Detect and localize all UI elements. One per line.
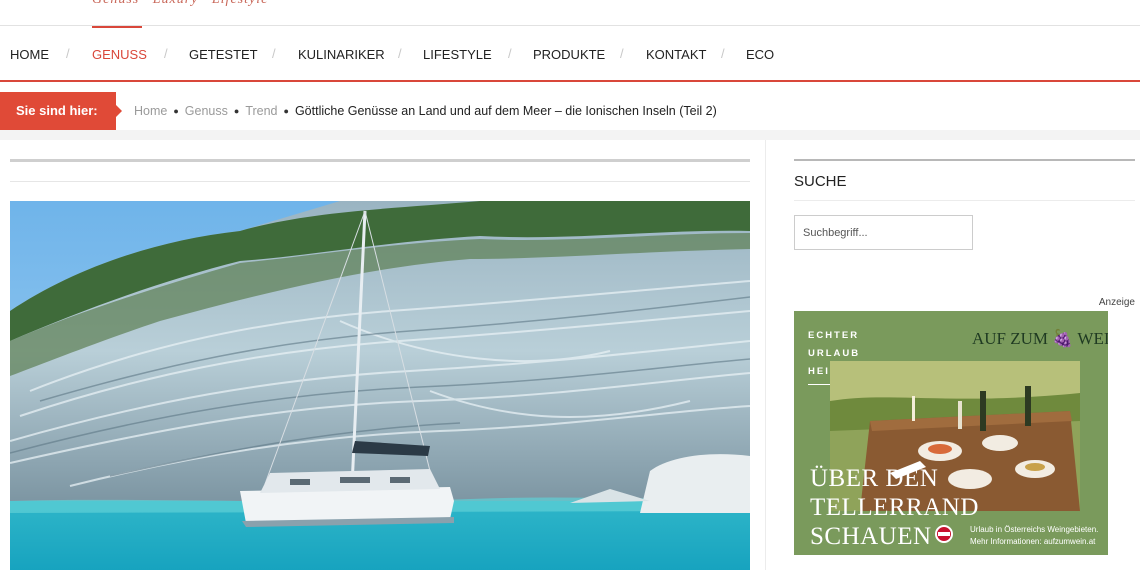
nav-item-kontakt[interactable]: KONTAKT [646, 47, 706, 62]
header-top-strip: Genuss · Luxury · Lifestyle [0, 0, 1140, 26]
content-top-rule [10, 159, 750, 162]
advertisement-banner[interactable]: ECHTER URLAUB HEISST: AUF ZUM 🍇 WEIN ÜBE… [794, 311, 1108, 555]
ad-footnote: Urlaub in Österreichs Weingebieten. Mehr… [970, 524, 1098, 548]
ad-label: Anzeige [1098, 297, 1135, 308]
nav-separator: / [508, 46, 512, 61]
nav-separator: / [721, 46, 725, 61]
ad-headline-line: SCHAUEN [810, 523, 932, 550]
nav-separator: / [272, 46, 276, 61]
breadcrumb-arrow-icon [116, 105, 122, 117]
breadcrumb-current: Göttliche Genüsse an Land und auf dem Me… [294, 104, 717, 118]
austria-flag-icon [935, 525, 953, 543]
ad-kicker-line: ECHTER [808, 330, 860, 341]
nav-item-lifestyle[interactable]: LIFESTYLE [423, 47, 492, 62]
header-tagline: Genuss · Luxury · Lifestyle [92, 0, 268, 8]
breadcrumb-link-trend[interactable]: Trend [245, 104, 277, 118]
ad-footnote-line: Urlaub in Österreichs Weingebieten. [970, 525, 1099, 534]
breadcrumb-label: Sie sind hier: [0, 92, 116, 130]
breadcrumb-trail: Home ● Genuss ● Trend ● Göttliche Genüsse an L… [134, 92, 717, 130]
breadcrumb-dot-icon: ● [173, 106, 179, 116]
ad-headline: ÜBER DEN TELLERRAND SCHAUEN [810, 464, 979, 551]
hero-image[interactable] [10, 201, 750, 570]
main-navigation: HOME / GENUSS / GETESTET / KULINARIKER /… [0, 26, 1140, 82]
nav-separator: / [164, 46, 168, 61]
photo-sailboat-cliff-icon [10, 201, 750, 570]
breadcrumb-dot-icon: ● [283, 106, 289, 116]
breadcrumb-link-home[interactable]: Home [134, 104, 167, 118]
nav-item-produkte[interactable]: PRODUKTE [533, 47, 605, 62]
nav-active-indicator [92, 26, 142, 28]
content-sub-rule [10, 181, 750, 182]
nav-item-genuss[interactable]: GENUSS [92, 47, 147, 62]
breadcrumb-link-genuss[interactable]: Genuss [185, 104, 228, 118]
ad-brand-logo: AUF ZUM 🍇 WEIN [972, 329, 1108, 348]
nav-separator: / [398, 46, 402, 61]
breadcrumb: Sie sind hier: Home ● Genuss ● Trend ● Göttlic… [0, 92, 1140, 130]
nav-item-kulinariker[interactable]: KULINARIKER [298, 47, 385, 62]
nav-item-getestet[interactable]: GETESTET [189, 47, 258, 62]
ad-headline-line: ÜBER DEN [810, 465, 939, 492]
ad-footnote-line: Mehr Informationen: aufzumwein.at [970, 537, 1096, 546]
ad-headline-line: TELLERRAND [810, 494, 979, 521]
nav-separator: / [620, 46, 624, 61]
sidebar-title-rule [794, 200, 1135, 201]
nav-item-eco[interactable]: ECO [746, 47, 774, 62]
nav-separator: / [66, 46, 70, 61]
sidebar-top-rule [794, 159, 1135, 161]
search-input[interactable] [794, 215, 973, 250]
breadcrumb-dot-icon: ● [233, 106, 240, 116]
section-divider [0, 130, 1140, 140]
column-divider [765, 140, 766, 570]
nav-item-home[interactable]: HOME [10, 47, 49, 62]
search-widget-title: SUCHE [794, 173, 847, 190]
